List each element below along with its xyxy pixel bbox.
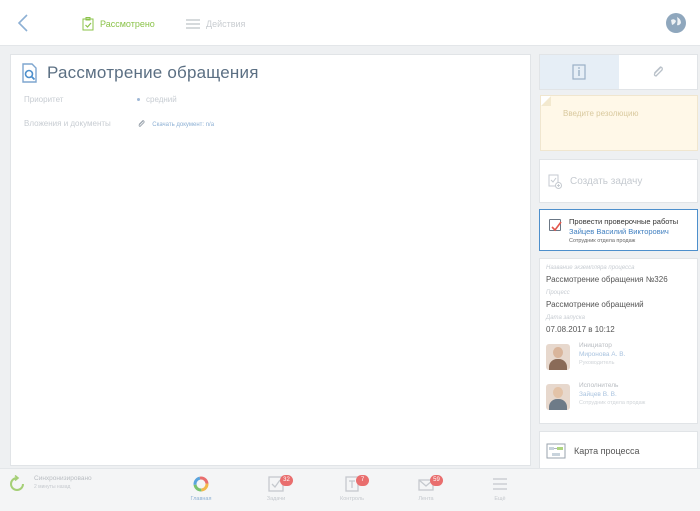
executor-role: Исполнитель — [579, 382, 619, 389]
tab-info[interactable] — [540, 55, 619, 89]
bottom-bar: Синхронизировано 2 минуты назад Главная … — [0, 468, 700, 511]
right-panel-tabs — [539, 54, 698, 90]
add-task-icon — [548, 174, 562, 189]
sync-title: Синхронизировано — [34, 475, 92, 482]
page-title: Рассмотрение обращения — [21, 63, 259, 83]
actions-menu-button[interactable]: Действия — [186, 14, 245, 34]
sync-status: Синхронизировано 2 минуты назад — [8, 475, 92, 493]
task-assignee[interactable]: Зайцев Василий Викторович — [569, 227, 669, 236]
control-badge: 7 — [356, 475, 369, 486]
task-card[interactable]: Провести проверочные работы Зайцев Васил… — [539, 209, 698, 251]
sync-icon — [10, 475, 24, 491]
executor-person[interactable]: Исполнитель Зайцев В. В. Сотрудник отдел… — [546, 382, 696, 414]
process-label: Процесс — [546, 290, 570, 296]
priority-row: Приоритет средний — [24, 95, 177, 104]
nav-feed-label: Лента — [418, 496, 434, 502]
top-bar: Рассмотрено Действия — [0, 0, 700, 46]
nav-home[interactable]: Главная — [177, 475, 225, 511]
info-icon — [572, 64, 586, 80]
initiator-name[interactable]: Миронова А. В. — [579, 351, 625, 358]
nav-more-label: Ещё — [494, 496, 506, 502]
nav-more[interactable]: Ещё — [476, 475, 524, 511]
task-title: Провести проверочные работы — [569, 217, 679, 226]
nav-tasks-label: Задачи — [266, 496, 286, 502]
process-info-card: Название экземпляра процесса Рассмотрени… — [539, 258, 698, 424]
task-assignee-role: Сотрудник отдела продаж — [569, 238, 636, 244]
instance-value: Рассмотрение обращения №326 — [546, 275, 668, 284]
menu-icon — [186, 19, 200, 29]
tab-attachments[interactable] — [619, 55, 698, 89]
appeal-review-card: Рассмотрение обращения Приоритет средний… — [10, 54, 531, 466]
back-icon[interactable] — [14, 12, 34, 34]
instance-label: Название экземпляра процесса — [546, 265, 635, 271]
process-map-label: Карта процесса — [574, 445, 640, 456]
download-document-link[interactable]: Скачать документ: n/a — [152, 122, 214, 128]
nav-home-label: Главная — [190, 496, 212, 502]
process-map-button[interactable]: Карта процесса — [539, 431, 698, 470]
reviewed-status-button[interactable]: Рассмотрено — [82, 14, 155, 34]
note-fold — [541, 96, 551, 106]
attachments-label: Вложения и документы — [24, 119, 111, 128]
resolution-note[interactable]: Введите резолюцию — [540, 95, 698, 151]
start-date-value: 07.08.2017 в 10:12 — [546, 325, 615, 334]
page-title-text: Рассмотрение обращения — [47, 63, 259, 82]
avatar — [546, 384, 570, 410]
initiator-person[interactable]: Инициатор Миронова А. В. Руководитель — [546, 342, 696, 374]
nav-control[interactable]: 7 Контроль — [328, 475, 376, 511]
menu-icon — [493, 478, 507, 490]
initiator-role: Инициатор — [579, 342, 612, 349]
initiator-position: Руководитель — [579, 360, 615, 366]
resolution-placeholder: Введите резолюцию — [563, 109, 639, 118]
create-task-label: Создать задачу — [570, 175, 643, 187]
reviewed-status-label: Рассмотрено — [100, 19, 155, 29]
home-ring-icon — [193, 476, 209, 492]
start-date-label: Дата запуска — [546, 315, 585, 321]
create-task-button[interactable]: Создать задачу — [539, 159, 698, 203]
attachments-row: Вложения и документы Скачать документ: n… — [24, 119, 214, 128]
executor-name[interactable]: Зайцев В. В. — [579, 391, 617, 398]
nav-feed[interactable]: 59 Лента — [402, 475, 450, 511]
nav-tasks[interactable]: 32 Задачи — [252, 475, 300, 511]
paperclip-icon — [138, 120, 145, 128]
checked-clipboard-icon — [82, 17, 94, 31]
process-map-icon — [546, 443, 566, 458]
priority-value: средний — [146, 95, 177, 104]
process-value: Рассмотрение обращений — [546, 300, 644, 309]
document-search-icon — [22, 63, 37, 83]
actions-label: Действия — [206, 19, 246, 29]
paperclip-icon — [653, 66, 663, 77]
avatar — [546, 344, 570, 370]
tasks-badge: 32 — [280, 475, 293, 486]
priority-dot-icon — [137, 98, 140, 102]
priority-label: Приоритет — [24, 95, 64, 104]
nav-control-label: Контроль — [340, 496, 364, 502]
task-checkbox-icon[interactable] — [549, 219, 562, 232]
executor-position: Сотрудник отдела продаж — [579, 400, 646, 406]
sync-time: 2 минуты назад — [34, 484, 71, 490]
globe-icon[interactable] — [666, 13, 686, 33]
feed-badge: 59 — [430, 475, 443, 486]
